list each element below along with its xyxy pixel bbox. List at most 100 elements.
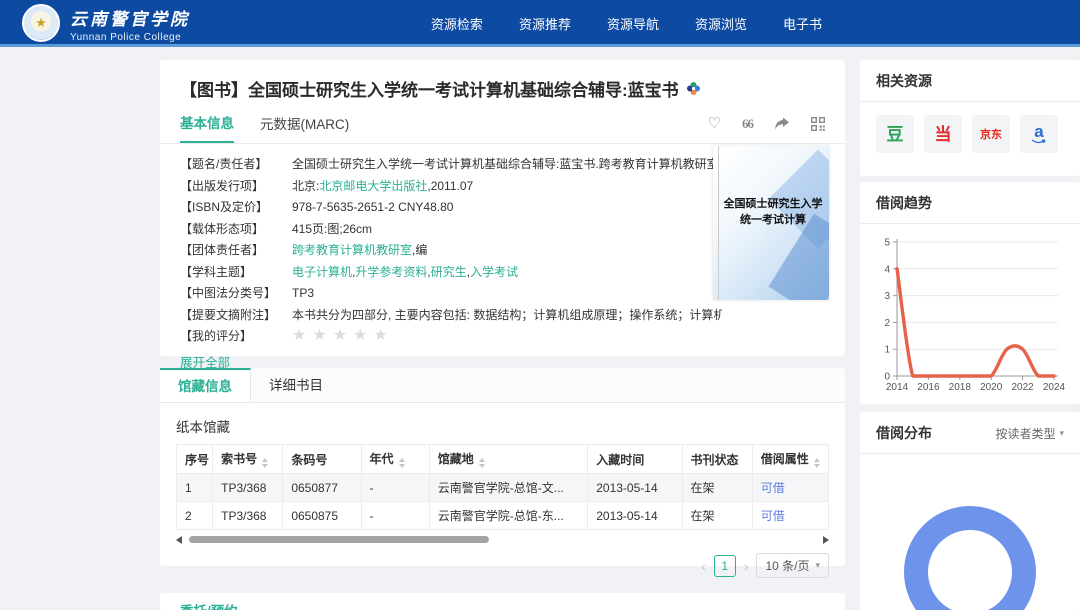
reserve-card: 委托/预约 <box>160 593 845 610</box>
jd-icon[interactable]: 京东 <box>972 115 1010 153</box>
scrollbar-thumb[interactable] <box>189 536 489 543</box>
table-row: 1TP3/3680650877-云南警官学院-总馆-文...2013-05-14… <box>177 474 829 502</box>
action-icons: ♡ 66 <box>708 116 825 139</box>
holdings-card: 馆藏信息 详细书目 纸本馆藏 序号索书号条码号年代馆藏地入藏时间书刊状态借阅属性… <box>160 368 845 566</box>
svg-text:2022: 2022 <box>1011 382 1034 393</box>
column-header[interactable]: 馆藏地 <box>429 445 587 474</box>
field-text: TP3 <box>292 286 314 300</box>
my-rating-stars[interactable]: ★★★★★ <box>292 326 394 348</box>
nav-item[interactable]: 资源推荐 <box>519 14 571 33</box>
borrow-trend-title: 借阅趋势 <box>860 182 1080 224</box>
column-header[interactable]: 年代 <box>361 445 429 474</box>
field-link[interactable]: 北京邮电大学出版社 <box>319 179 427 193</box>
table-cell: 可借 <box>752 502 828 530</box>
reserve-title: 委托/预约 <box>160 593 845 610</box>
nav-item[interactable]: 资源导航 <box>607 14 659 33</box>
borrowable-link[interactable]: 可借 <box>761 509 785 523</box>
prev-page-button[interactable]: ‹ <box>701 558 706 574</box>
svg-text:3: 3 <box>884 291 890 302</box>
column-header: 入藏时间 <box>588 445 682 474</box>
school-name: 云南警官学院 Yunnan Police College <box>70 5 190 43</box>
book-cover: 全国硕士研究生入学 统一考试计算 <box>713 146 829 300</box>
svg-text:2016: 2016 <box>917 382 940 393</box>
svg-text:2018: 2018 <box>949 382 972 393</box>
table-cell: - <box>361 474 429 502</box>
table-row: 2TP3/3680650875-云南警官学院-总馆-东...2013-05-14… <box>177 502 829 530</box>
scroll-right-arrow-icon[interactable] <box>823 536 829 544</box>
favorite-heart-icon[interactable]: ♡ <box>708 116 721 131</box>
tab-bibliography[interactable]: 详细书目 <box>251 368 341 402</box>
chevron-down-icon: ▾ <box>815 560 820 571</box>
field-label: 【载体形态项】 <box>180 219 292 241</box>
qr-code-icon[interactable] <box>811 117 825 131</box>
next-page-button[interactable]: › <box>744 558 749 574</box>
field-text: 北京: <box>292 179 319 193</box>
svg-text:1: 1 <box>884 345 890 356</box>
page-size-select[interactable]: 10 条/页 ▾ <box>756 553 829 578</box>
page-size-value: 10 条/页 <box>765 557 809 574</box>
borrowable-link[interactable]: 可借 <box>761 481 785 495</box>
nav-item[interactable]: 电子书 <box>783 14 822 33</box>
table-cell: 0650875 <box>283 502 361 530</box>
quote-icon[interactable]: 66 <box>742 117 753 130</box>
column-header[interactable]: 借阅属性 <box>752 445 828 474</box>
holdings-table-wrap: 序号索书号条码号年代馆藏地入藏时间书刊状态借阅属性 1TP3/368065087… <box>176 444 829 530</box>
borrow-distribution-card: 借阅分布 按读者类型 ▾ <box>860 412 1080 610</box>
cover-line: 统一考试计算 <box>721 212 825 228</box>
nav-item[interactable]: 资源检索 <box>431 14 483 33</box>
table-cell: - <box>361 502 429 530</box>
amazon-icon[interactable]: a <box>1020 115 1058 153</box>
column-header: 书刊状态 <box>682 445 752 474</box>
scroll-left-arrow-icon[interactable] <box>176 536 182 544</box>
title-row: 【图书】全国硕士研究生入学统一考试计算机基础综合辅导:蓝宝书 <box>160 60 845 101</box>
book-title: 【图书】全国硕士研究生入学统一考试计算机基础综合辅导:蓝宝书 <box>180 76 679 101</box>
reader-type-filter[interactable]: 按读者类型 ▾ <box>995 425 1064 442</box>
reader-type-filter-label: 按读者类型 <box>995 425 1055 442</box>
svg-text:5: 5 <box>884 238 890 249</box>
dangdang-icon[interactable]: 当 <box>924 115 962 153</box>
related-resource-tiles: 豆当京东 a <box>860 102 1080 166</box>
pinwheel-icon[interactable] <box>686 81 701 96</box>
page-number[interactable]: 1 <box>714 555 736 577</box>
school-name-cn: 云南警官学院 <box>70 5 190 30</box>
column-header[interactable]: 索书号 <box>213 445 283 474</box>
sort-caret-icon[interactable] <box>399 458 405 468</box>
borrow-trend-chart: 012345201420162018202020222024 <box>870 230 1070 402</box>
table-cell: 在架 <box>682 474 752 502</box>
field-link[interactable]: 升学参考资料 <box>355 265 427 279</box>
tab-marc[interactable]: 元数据(MARC) <box>260 113 349 142</box>
book-cover-spine <box>718 146 719 300</box>
field-link[interactable]: 入学考试 <box>470 265 518 279</box>
field-link[interactable]: 跨考教育计算机教研室 <box>292 243 412 257</box>
field-label: 【提要文摘附注】 <box>180 305 292 327</box>
tab-holdings-info[interactable]: 馆藏信息 <box>160 368 251 402</box>
sort-caret-icon[interactable] <box>262 458 268 468</box>
holdings-tabs: 馆藏信息 详细书目 <box>160 368 845 403</box>
field-label: 【团体责任者】 <box>180 240 292 262</box>
holdings-table: 序号索书号条码号年代馆藏地入藏时间书刊状态借阅属性 1TP3/368065087… <box>176 444 829 530</box>
borrow-trend-card: 借阅趋势 012345201420162018202020222024 <box>860 182 1080 404</box>
sort-caret-icon[interactable] <box>479 458 485 468</box>
share-icon[interactable] <box>774 117 790 131</box>
paper-holdings-title: 纸本馆藏 <box>176 416 829 436</box>
svg-text:0: 0 <box>884 372 890 383</box>
field-link[interactable]: 电子计算机 <box>292 265 352 279</box>
tab-basic-info[interactable]: 基本信息 <box>180 112 234 143</box>
table-cell: 0650877 <box>283 474 361 502</box>
field-row: 【提要文摘附注】本书共分为四部分, 主要内容包括: 数据结构；计算机组成原理；操… <box>180 305 825 327</box>
sort-caret-icon[interactable] <box>814 458 820 468</box>
field-text: 978-7-5635-2651-2 CNY48.80 <box>292 200 453 214</box>
nav-item[interactable]: 资源浏览 <box>695 14 747 33</box>
table-cell: 可借 <box>752 474 828 502</box>
field-value: 全国硕士研究生入学统一考试计算机基础综合辅导:蓝宝书.跨考教育计算机教研室编 <box>292 154 722 176</box>
table-cell: 在架 <box>682 502 752 530</box>
douban-icon[interactable]: 豆 <box>876 115 914 153</box>
borrow-distribution-title: 借阅分布 <box>876 423 932 443</box>
field-text: ,编 <box>412 243 427 257</box>
field-value: 978-7-5635-2651-2 CNY48.80 <box>292 197 453 219</box>
svg-text:2: 2 <box>884 318 890 329</box>
field-value: 415页:图;26cm <box>292 219 372 241</box>
table-cell: 云南警官学院-总馆-东... <box>429 502 587 530</box>
field-link[interactable]: 研究生 <box>431 265 467 279</box>
column-header: 条码号 <box>283 445 361 474</box>
